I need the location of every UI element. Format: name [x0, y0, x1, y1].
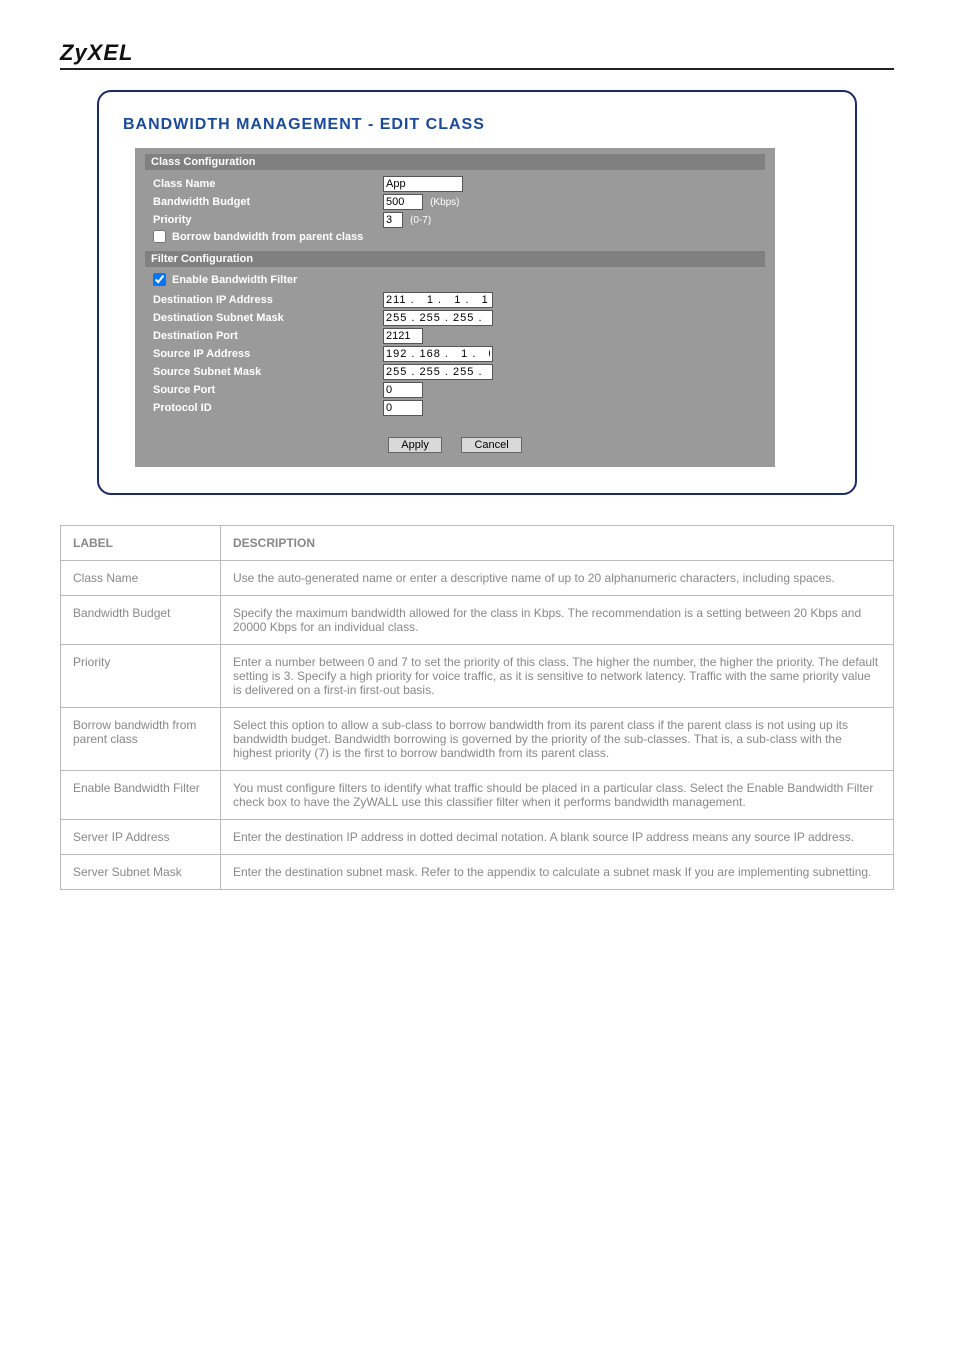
defs-row-desc: Enter a number between 0 and 7 to set th…	[221, 645, 894, 708]
defs-row-label: Priority	[61, 645, 221, 708]
definitions-table: LABEL DESCRIPTION Class NameUse the auto…	[60, 525, 894, 890]
class-name-label: Class Name	[153, 178, 383, 190]
dest-mask-label: Destination Subnet Mask	[153, 312, 383, 324]
dest-mask-input[interactable]	[383, 310, 493, 326]
defs-row-label: Bandwidth Budget	[61, 596, 221, 645]
table-row: Server IP AddressEnter the destination I…	[61, 820, 894, 855]
section-filter-config-header: Filter Configuration	[145, 251, 765, 267]
borrow-checkbox[interactable]	[153, 230, 166, 243]
defs-row-label: Server IP Address	[61, 820, 221, 855]
borrow-label: Borrow bandwidth from parent class	[172, 231, 363, 243]
dest-port-input[interactable]	[383, 328, 423, 344]
defs-header-desc: DESCRIPTION	[221, 526, 894, 561]
table-row: Enable Bandwidth FilterYou must configur…	[61, 771, 894, 820]
defs-row-label: Enable Bandwidth Filter	[61, 771, 221, 820]
src-mask-label: Source Subnet Mask	[153, 366, 383, 378]
config-panel: Class Configuration Class Name Bandwidth…	[135, 148, 775, 467]
table-row: Class NameUse the auto-generated name or…	[61, 561, 894, 596]
table-row: Bandwidth BudgetSpecify the maximum band…	[61, 596, 894, 645]
table-row: Borrow bandwidth from parent classSelect…	[61, 708, 894, 771]
defs-row-label: Class Name	[61, 561, 221, 596]
section-class-config-header: Class Configuration	[145, 154, 765, 170]
src-ip-input[interactable]	[383, 346, 493, 362]
src-ip-label: Source IP Address	[153, 348, 383, 360]
table-row: Server Subnet MaskEnter the destination …	[61, 855, 894, 890]
dest-ip-label: Destination IP Address	[153, 294, 383, 306]
apply-button[interactable]: Apply	[388, 437, 442, 453]
defs-row-desc: Enter the destination subnet mask. Refer…	[221, 855, 894, 890]
bandwidth-budget-label: Bandwidth Budget	[153, 196, 383, 208]
defs-row-desc: You must configure filters to identify w…	[221, 771, 894, 820]
defs-header-label: LABEL	[61, 526, 221, 561]
enable-filter-checkbox[interactable]	[153, 273, 166, 286]
bandwidth-budget-input[interactable]	[383, 194, 423, 210]
protocol-id-input[interactable]	[383, 400, 423, 416]
src-port-input[interactable]	[383, 382, 423, 398]
defs-row-desc: Enter the destination IP address in dott…	[221, 820, 894, 855]
dest-ip-input[interactable]	[383, 292, 493, 308]
table-row: PriorityEnter a number between 0 and 7 t…	[61, 645, 894, 708]
bandwidth-unit: (Kbps)	[430, 197, 459, 208]
protocol-id-label: Protocol ID	[153, 402, 383, 414]
class-name-input[interactable]	[383, 176, 463, 192]
brand-logo: ZyXEL	[60, 40, 894, 70]
cancel-button[interactable]: Cancel	[461, 437, 521, 453]
defs-row-label: Borrow bandwidth from parent class	[61, 708, 221, 771]
page-title: BANDWIDTH MANAGEMENT - EDIT CLASS	[123, 116, 837, 134]
defs-row-desc: Use the auto-generated name or enter a d…	[221, 561, 894, 596]
priority-label: Priority	[153, 214, 383, 226]
priority-input[interactable]	[383, 212, 403, 228]
screenshot-panel: BANDWIDTH MANAGEMENT - EDIT CLASS Class …	[97, 90, 857, 495]
enable-filter-label: Enable Bandwidth Filter	[172, 274, 297, 286]
defs-row-desc: Select this option to allow a sub-class …	[221, 708, 894, 771]
src-port-label: Source Port	[153, 384, 383, 396]
src-mask-input[interactable]	[383, 364, 493, 380]
defs-row-desc: Specify the maximum bandwidth allowed fo…	[221, 596, 894, 645]
priority-hint: (0-7)	[410, 215, 431, 226]
dest-port-label: Destination Port	[153, 330, 383, 342]
defs-row-label: Server Subnet Mask	[61, 855, 221, 890]
